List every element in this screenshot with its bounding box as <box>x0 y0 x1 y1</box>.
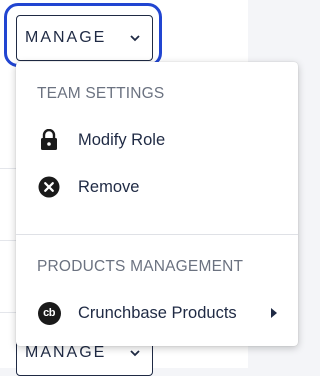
products-management-heading: PRODUCTS MANAGEMENT <box>37 258 244 275</box>
manage-button-label: MANAGE <box>25 29 107 46</box>
chevron-down-icon <box>130 350 140 357</box>
menu-item-label: Modify Role <box>78 130 166 149</box>
close-circle-icon <box>37 175 61 199</box>
menu-divider <box>16 234 298 235</box>
menu-item-label: Remove <box>78 177 140 196</box>
manage-dropdown-menu: TEAM SETTINGS Modify Role Remove PRODUCT… <box>16 62 298 346</box>
menu-item-crunchbase-products[interactable]: cb Crunchbase Products <box>16 291 298 335</box>
menu-item-label: Crunchbase Products <box>78 303 237 322</box>
chevron-down-icon <box>130 35 140 42</box>
manage-button-label: MANAGE <box>25 344 107 361</box>
manage-button[interactable]: MANAGE <box>16 15 153 61</box>
menu-item-modify-role[interactable]: Modify Role <box>16 118 298 162</box>
crunchbase-logo-icon: cb <box>37 301 61 325</box>
lock-icon <box>37 128 61 152</box>
caret-right-icon <box>271 308 277 318</box>
team-settings-heading: TEAM SETTINGS <box>37 85 165 102</box>
menu-item-remove[interactable]: Remove <box>16 165 298 209</box>
